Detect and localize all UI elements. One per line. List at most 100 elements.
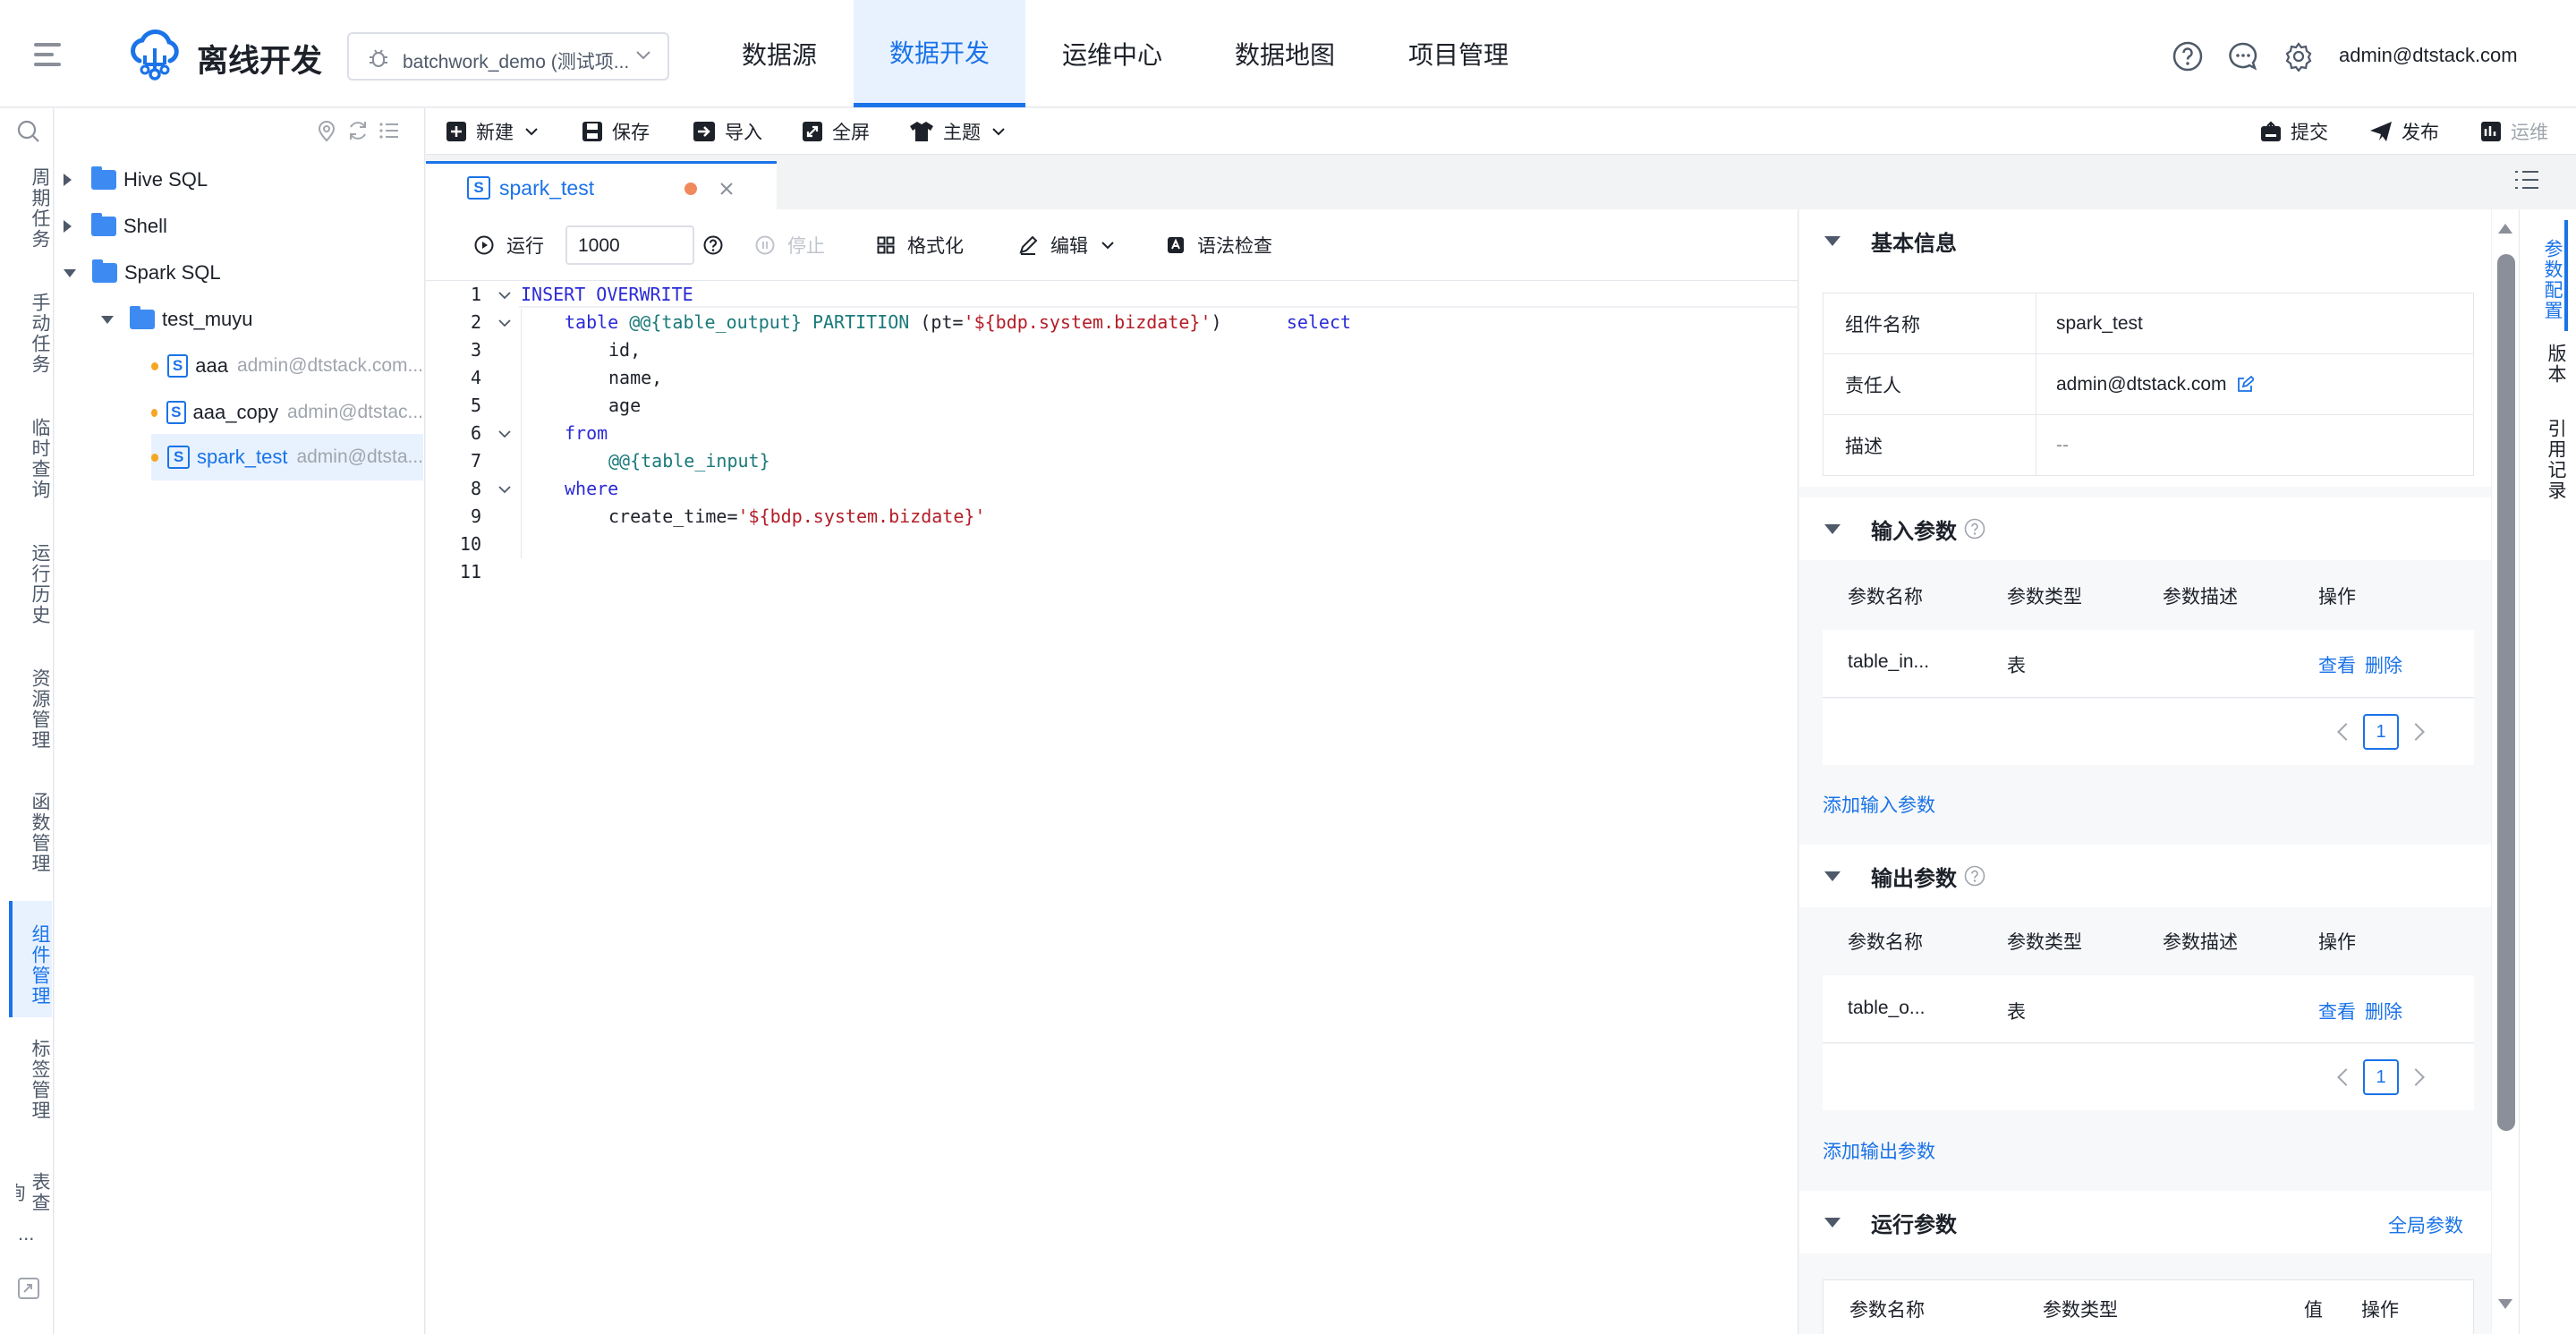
run-button[interactable]: 运行 [474, 209, 544, 281]
new-button[interactable]: 新建 [446, 108, 539, 155]
refresh-icon[interactable] [346, 119, 370, 142]
view-link[interactable]: 查看 [2318, 998, 2356, 1024]
locate-icon[interactable] [316, 119, 337, 142]
activity-manual-task[interactable]: 手动任务 [16, 293, 52, 375]
collapse-icon[interactable] [16, 1276, 41, 1301]
activity-component-mgmt[interactable]: 组件管理 [9, 901, 52, 1017]
activity-periodic-task[interactable]: 周期任务 [16, 167, 52, 250]
fullscreen-button[interactable]: 全屏 [802, 108, 870, 155]
code-token: table [565, 311, 619, 333]
send-icon [2369, 121, 2393, 142]
tree-folder-spark-sql[interactable]: Spark SQL [64, 251, 421, 294]
edit-button[interactable]: 编辑 [1018, 209, 1115, 281]
fold-chevron-icon[interactable] [497, 427, 512, 441]
tab-param-config[interactable]: 参数配置 [2532, 220, 2568, 331]
limit-help-icon[interactable] [703, 209, 723, 281]
fold-chevron-icon[interactable] [497, 316, 512, 330]
nav-data-map[interactable]: 数据地图 [1204, 0, 1365, 107]
scroll-down-icon[interactable] [2498, 1299, 2512, 1309]
nav-data-source[interactable]: 数据源 [718, 0, 840, 107]
theme-button[interactable]: 主题 [909, 108, 1006, 155]
delete-link[interactable]: 删除 [2365, 651, 2402, 678]
prev-page-icon[interactable] [2337, 723, 2355, 741]
delete-link[interactable]: 删除 [2365, 998, 2402, 1024]
format-button[interactable]: 格式化 [877, 209, 964, 281]
help-icon[interactable] [1964, 865, 1985, 887]
activity-bar: 周期任务 手动任务 临时查询 运行历史 资源管理 函数管理 组件管理 标签管理 … [0, 108, 54, 1334]
param-name-cell: table_in... [1848, 651, 1930, 672]
help-icon[interactable] [2172, 41, 2203, 72]
nav-project-mgmt[interactable]: 项目管理 [1385, 0, 1532, 107]
add-output-param-link[interactable]: 添加输出参数 [1823, 1137, 1935, 1164]
menu-toggle-icon[interactable] [34, 43, 63, 68]
tree-folder-test-muyu[interactable]: test_muyu [101, 298, 423, 341]
page-number[interactable]: 1 [2363, 1059, 2399, 1095]
stop-button[interactable]: 停止 [755, 209, 825, 281]
search-icon[interactable] [16, 119, 41, 144]
import-button[interactable]: 导入 [693, 108, 762, 155]
activity-function-mgmt[interactable]: 函数管理 [16, 792, 52, 874]
ops-button[interactable]: 运维 [2480, 108, 2548, 155]
close-icon[interactable] [719, 182, 734, 196]
publish-button[interactable]: 发布 [2369, 108, 2439, 155]
code-area[interactable]: 1 2 3 4 5 6 7 8 9 10 11 INSERT OVERWRITE… [426, 281, 1798, 1334]
tree-folder-label: Shell [123, 215, 167, 237]
activity-resource-mgmt[interactable]: 资源管理 [16, 668, 52, 751]
code-token: select [1286, 311, 1352, 333]
section-input-params[interactable]: 输入参数 [1799, 497, 2491, 560]
params-scrollbar[interactable] [2492, 209, 2519, 1334]
project-selector[interactable]: batchwork_demo (测试项... [347, 32, 669, 81]
row-limit-input[interactable]: 1000 [565, 225, 694, 265]
nav-ops-center[interactable]: 运维中心 [1038, 0, 1186, 107]
view-link[interactable]: 查看 [2318, 651, 2356, 678]
more-icon[interactable]: ... [18, 1222, 34, 1245]
tab-version[interactable]: 版本 [2532, 344, 2568, 385]
tab-spark-test[interactable]: S spark_test [426, 161, 777, 209]
caret-down-icon [1824, 235, 1841, 246]
edit-icon[interactable] [2236, 375, 2254, 394]
prev-page-icon[interactable] [2337, 1068, 2355, 1086]
activity-table-query[interactable]: 表查询 [16, 1164, 52, 1221]
tree-file-aaa-copy[interactable]: S aaa_copy admin@dtstac... [151, 391, 423, 434]
save-button[interactable]: 保存 [582, 108, 650, 155]
tab-references[interactable]: 引用记录 [2532, 419, 2568, 501]
syntax-check-button[interactable]: 语法检查 [1167, 209, 1272, 281]
nav-data-dev[interactable]: 数据开发 [854, 0, 1025, 107]
add-input-param-link[interactable]: 添加输入参数 [1823, 791, 1935, 818]
section-basic-info[interactable]: 基本信息 [1799, 209, 2491, 272]
tree-folder-hive-sql[interactable]: Hive SQL [64, 158, 421, 201]
tree-file-spark-test[interactable]: S spark_test admin@dtsta... [151, 434, 423, 480]
next-page-icon[interactable] [2407, 723, 2425, 741]
global-params-link[interactable]: 全局参数 [2388, 1211, 2463, 1238]
modified-dot [151, 408, 158, 417]
page-number[interactable]: 1 [2363, 714, 2399, 750]
scroll-thumb[interactable] [2497, 254, 2515, 1131]
code-token: '${bdp.system.bizdate}' [737, 506, 986, 527]
outline-list-icon[interactable] [2514, 168, 2539, 191]
line-number: 1 [470, 284, 481, 305]
settings-icon[interactable] [2283, 41, 2314, 72]
tree-file-aaa[interactable]: S aaa admin@dtstack.com... [151, 344, 423, 387]
tree-file-owner: admin@dtstack.com... [236, 355, 423, 376]
message-icon[interactable] [2228, 41, 2258, 72]
table-header: 参数类型 [2007, 587, 2082, 608]
list-icon[interactable] [378, 120, 400, 141]
activity-run-history[interactable]: 运行历史 [16, 543, 52, 625]
table-header: 参数描述 [2163, 587, 2238, 608]
submit-button[interactable]: 提交 [2260, 108, 2328, 155]
code-token: create_time= [608, 506, 738, 527]
tree-folder-shell[interactable]: Shell [64, 205, 421, 248]
help-icon[interactable] [1964, 518, 1985, 540]
activity-temp-query[interactable]: 临时查询 [16, 418, 52, 500]
line-number: 5 [470, 395, 481, 416]
import-icon [693, 121, 716, 142]
next-page-icon[interactable] [2407, 1068, 2425, 1086]
scroll-up-icon[interactable] [2498, 224, 2512, 234]
user-account[interactable]: admin@dtstack.com [2339, 44, 2518, 67]
activity-tag-mgmt[interactable]: 标签管理 [16, 1039, 52, 1121]
section-output-params[interactable]: 输出参数 [1799, 845, 2491, 907]
fold-chevron-icon[interactable] [497, 288, 512, 302]
fold-chevron-icon[interactable] [497, 482, 512, 497]
shirt-icon [909, 121, 934, 142]
caret-down-icon [1824, 871, 1841, 881]
